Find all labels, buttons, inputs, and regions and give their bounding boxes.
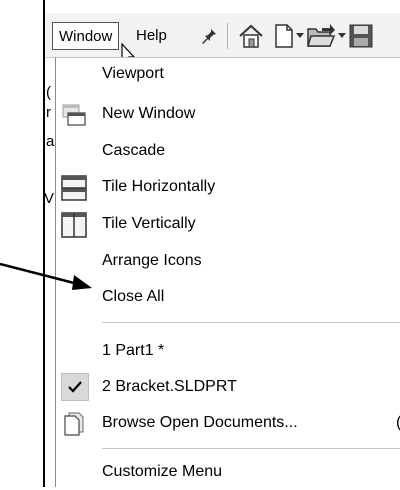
menu-item-new-window[interactable]: New Window	[56, 98, 400, 132]
menu-item-close-all[interactable]: Close All	[56, 281, 400, 315]
menu-bar: Window Help	[45, 13, 400, 66]
chevron-down-icon[interactable]	[338, 33, 346, 39]
menu-item-label: Close All	[102, 288, 165, 305]
tile-vertically-icon	[61, 212, 87, 238]
menu-item-viewport[interactable]: Viewport	[56, 58, 400, 92]
annotation-arrow	[0, 262, 92, 290]
menu-item-shortcut: (	[396, 414, 400, 432]
menu-separator	[102, 448, 400, 449]
home-icon[interactable]	[237, 23, 265, 49]
chevron-down-icon[interactable]	[296, 33, 304, 39]
checkmark-box	[61, 373, 89, 401]
menu-separator	[102, 322, 400, 323]
menu-item-tile-vertically[interactable]: Tile Vertically	[56, 208, 400, 242]
menu-item-label: 2 Bracket.SLDPRT	[102, 378, 237, 395]
toolbar-separator	[227, 23, 228, 49]
menu-item-cascade[interactable]: Cascade	[56, 135, 400, 169]
new-document-icon[interactable]	[273, 23, 295, 49]
open-folder-icon[interactable]	[306, 23, 336, 49]
menu-item-document-1[interactable]: 1 Part1 *	[56, 335, 400, 369]
menu-item-customize-menu[interactable]: Customize Menu	[56, 456, 400, 490]
background-fragment: r	[46, 104, 51, 121]
menu-item-label: Arrange Icons	[102, 252, 202, 269]
menu-item-arrange-icons[interactable]: Arrange Icons	[56, 245, 400, 279]
checkmark-icon	[68, 381, 82, 393]
window-dropdown-menu: Viewport New Window Cascade Tile Horizon…	[55, 57, 400, 487]
background-fragment: a	[46, 133, 55, 150]
background-fragment: V	[44, 190, 55, 207]
pin-icon[interactable]	[200, 27, 218, 45]
menu-item-label: Browse Open Documents...	[102, 414, 298, 431]
menu-item-label: 1 Part1 *	[102, 342, 165, 359]
menu-item-label: New Window	[102, 105, 196, 122]
save-icon[interactable]	[349, 23, 373, 49]
background-fragment: (	[46, 84, 51, 101]
menu-item-tile-horizontally[interactable]: Tile Horizontally	[56, 171, 400, 205]
tile-horizontally-icon	[61, 175, 87, 201]
menu-item-document-2[interactable]: 2 Bracket.SLDPRT	[56, 371, 400, 405]
new-window-icon	[62, 104, 86, 126]
menu-item-label: Tile Horizontally	[102, 178, 216, 195]
menu-item-label: Customize Menu	[102, 463, 223, 480]
menu-item-browse-open-documents[interactable]: Browse Open Documents... (	[56, 407, 400, 441]
menu-window[interactable]: Window	[52, 22, 120, 50]
menu-item-label: Tile Vertically	[102, 215, 196, 232]
menu-item-label: Viewport	[102, 65, 164, 82]
browse-documents-icon	[64, 412, 84, 436]
menu-item-label: Cascade	[102, 142, 166, 159]
